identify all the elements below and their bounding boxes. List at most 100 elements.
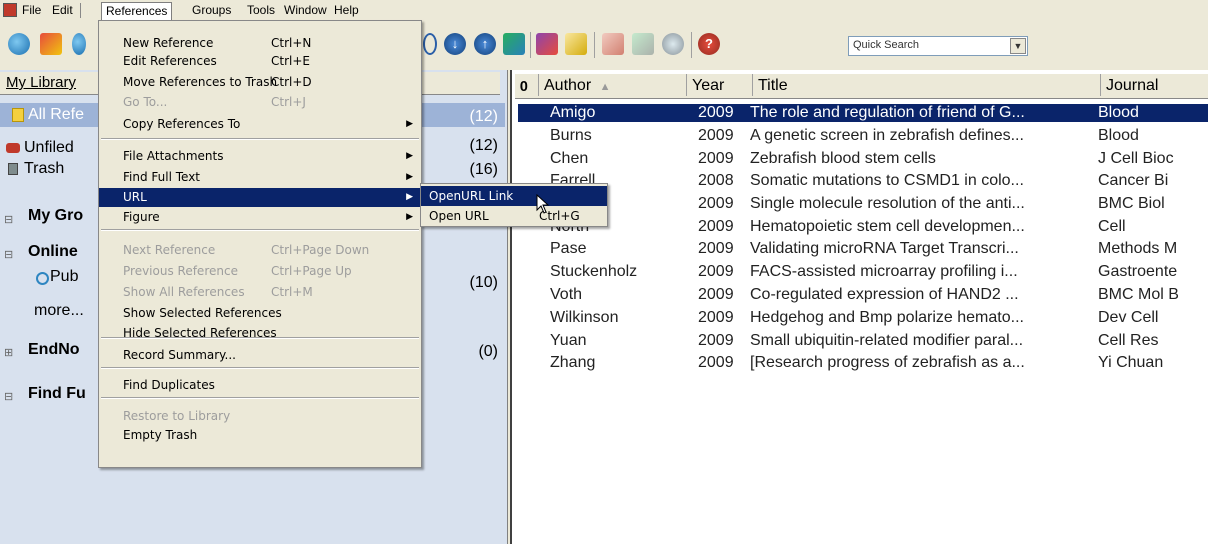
- menu-item-label: Edit References: [123, 54, 217, 68]
- toolbar-separator: [691, 32, 692, 58]
- menu-item-url[interactable]: URL ▶: [99, 188, 421, 207]
- menu-item-find-duplicates[interactable]: Find Duplicates: [99, 376, 421, 395]
- cell-year: 2009: [698, 218, 734, 235]
- column-journal[interactable]: Journal: [1101, 74, 1208, 96]
- column-attachment[interactable]: 𝟎: [515, 74, 539, 96]
- column-title[interactable]: Title: [753, 74, 1101, 96]
- cell-journal: Blood: [1098, 104, 1139, 121]
- column-author[interactable]: Author ▲: [539, 74, 687, 96]
- submenu-arrow-icon: ▶: [406, 119, 413, 129]
- group-online-search[interactable]: Online: [28, 241, 78, 263]
- my-library-header[interactable]: My Library: [6, 74, 76, 91]
- table-row[interactable]: Farrell 2008 Somatic mutations to CSMD1 in…: [518, 172, 1208, 190]
- group-endnote-web[interactable]: EndNo: [28, 339, 80, 361]
- menu-item-empty-trash[interactable]: Empty Trash: [99, 426, 421, 445]
- menu-item-figure[interactable]: Figure ▶: [99, 208, 421, 227]
- table-row[interactable]: Stuckenholz 2009 FACS-assisted microarray …: [518, 263, 1208, 281]
- menu-help[interactable]: Help: [334, 3, 359, 17]
- group-unfiled[interactable]: Unfiled: [24, 137, 74, 159]
- submenu-arrow-icon: ▶: [406, 212, 413, 222]
- arrow-down-icon[interactable]: ↓: [444, 33, 466, 55]
- menu-item-label: Empty Trash: [123, 428, 198, 442]
- cell-title: Validating microRNA Target Transcri...: [750, 240, 1019, 257]
- cell-year: 2009: [698, 195, 734, 212]
- format-bibliography-icon[interactable]: [632, 33, 654, 55]
- menu-item-new-reference[interactable]: New Reference Ctrl+N: [99, 34, 421, 53]
- cell-author: Burns: [550, 127, 592, 144]
- word-icon[interactable]: [662, 33, 684, 55]
- table-row[interactable]: Yuan 2009 Small ubiquitin-related modifier…: [518, 332, 1208, 350]
- menu-separator: [101, 367, 419, 369]
- group-find-full-text[interactable]: Find Fu: [28, 383, 86, 405]
- search-magnifier-icon[interactable]: [423, 33, 437, 55]
- group-my-groups[interactable]: My Gro: [28, 205, 83, 227]
- collapse-icon[interactable]: ⊟: [4, 390, 13, 403]
- web-icon[interactable]: [503, 33, 525, 55]
- menu-file[interactable]: File: [22, 3, 41, 17]
- cell-title: Single molecule resolution of the anti..…: [750, 195, 1025, 212]
- menu-item-copy-references-to[interactable]: Copy References To ▶: [99, 115, 421, 134]
- collapse-icon[interactable]: ⊟: [4, 248, 13, 261]
- group-trash[interactable]: Trash: [24, 158, 64, 180]
- online-search-icon[interactable]: [8, 33, 30, 55]
- menu-window[interactable]: Window: [284, 3, 327, 17]
- cell-journal: Dev Cell: [1098, 309, 1159, 326]
- group-more-link[interactable]: more...: [34, 300, 84, 322]
- group-pubmed[interactable]: Pub: [50, 266, 78, 288]
- table-row[interactable]: Amigo 2009 The role and regulation of frie…: [517, 103, 1208, 123]
- menu-separator: [101, 138, 419, 140]
- cell-year: 2009: [698, 127, 734, 144]
- menu-item-edit-references[interactable]: Edit References Ctrl+E: [99, 52, 421, 71]
- menu-item-move-references-to-trash[interactable]: Move References to Trash Ctrl+D: [99, 73, 421, 92]
- menu-item-restore-to-library[interactable]: Restore to Library: [99, 407, 421, 426]
- cell-author: Chen: [550, 150, 589, 167]
- menu-item-open-url[interactable]: Open URL Ctrl+G: [421, 206, 607, 226]
- cell-journal: Methods M: [1098, 240, 1178, 257]
- table-row[interactable]: Chen 2009 Zebrafish blood stem cells J Cell…: [518, 150, 1208, 168]
- table-row[interactable]: North2009Hematopoietic stem cell develop…: [518, 218, 1208, 236]
- table-row[interactable]: Voth 2009 Co-regulated expression of HAND2…: [518, 286, 1208, 304]
- menu-references[interactable]: References: [101, 2, 173, 22]
- menu-item-record-summary[interactable]: Record Summary...: [99, 346, 421, 365]
- globe-icon[interactable]: [72, 33, 86, 55]
- menu-item-hide-selected-references[interactable]: Hide Selected References: [99, 324, 421, 343]
- menu-item-show-all-references[interactable]: Show All References Ctrl+M: [99, 283, 421, 302]
- menu-groups[interactable]: Groups: [192, 3, 231, 17]
- table-row[interactable]: Burns 2009 A genetic screen in zebrafish d…: [518, 127, 1208, 145]
- library-icon[interactable]: [40, 33, 62, 55]
- table-row[interactable]: Pase 2009 Validating microRNA Target Trans…: [518, 240, 1208, 258]
- folder-icon[interactable]: [565, 33, 587, 55]
- cell-author: Amigo: [550, 104, 596, 121]
- table-row[interactable]: Zhang 2009 [Research progress of zebrafish…: [518, 354, 1208, 372]
- menu-item-openurl-link[interactable]: OpenURL Link: [421, 186, 607, 206]
- insert-citation-icon[interactable]: [602, 33, 624, 55]
- menu-item-next-reference[interactable]: Next Reference Ctrl+Page Down: [99, 241, 421, 260]
- group-all-references[interactable]: All Refe: [28, 104, 84, 126]
- menu-item-previous-reference[interactable]: Previous Reference Ctrl+Page Up: [99, 262, 421, 281]
- format-icon[interactable]: [536, 33, 558, 55]
- app-icon[interactable]: [3, 3, 17, 17]
- column-year-label: Year: [692, 77, 725, 94]
- table-row[interactable]: Wilkinson 2009 Hedgehog and Bmp polarize h…: [518, 309, 1208, 327]
- menu-item-show-selected-references[interactable]: Show Selected References: [99, 304, 421, 323]
- menu-edit[interactable]: Edit: [52, 3, 73, 17]
- table-row[interactable]: 2009 Single molecule resolution of the an…: [518, 195, 1208, 213]
- help-icon[interactable]: ?: [698, 33, 720, 55]
- chevron-down-icon[interactable]: ▼: [1010, 38, 1026, 54]
- arrow-up-icon[interactable]: ↑: [474, 33, 496, 55]
- collapse-icon[interactable]: ⊟: [4, 213, 13, 226]
- menu-item-label: Find Full Text: [123, 170, 201, 184]
- column-year[interactable]: Year: [687, 74, 753, 96]
- quick-search-placeholder: Quick Search: [853, 39, 920, 51]
- menu-item-label: Go To...: [123, 95, 168, 109]
- quick-search-input[interactable]: Quick Search ▼: [848, 36, 1028, 56]
- menu-item-find-full-text[interactable]: Find Full Text ▶: [99, 168, 421, 187]
- menu-separator: [101, 397, 419, 399]
- cell-journal: J Cell Bioc: [1098, 150, 1174, 167]
- menu-tools[interactable]: Tools: [247, 3, 275, 17]
- menu-item-go-to[interactable]: Go To... Ctrl+J: [99, 93, 421, 112]
- menu-item-file-attachments[interactable]: File Attachments ▶: [99, 147, 421, 166]
- sort-ascending-icon: ▲: [599, 81, 611, 93]
- cell-title: [Research progress of zebrafish as a...: [750, 354, 1025, 371]
- expand-icon[interactable]: ⊞: [4, 346, 13, 359]
